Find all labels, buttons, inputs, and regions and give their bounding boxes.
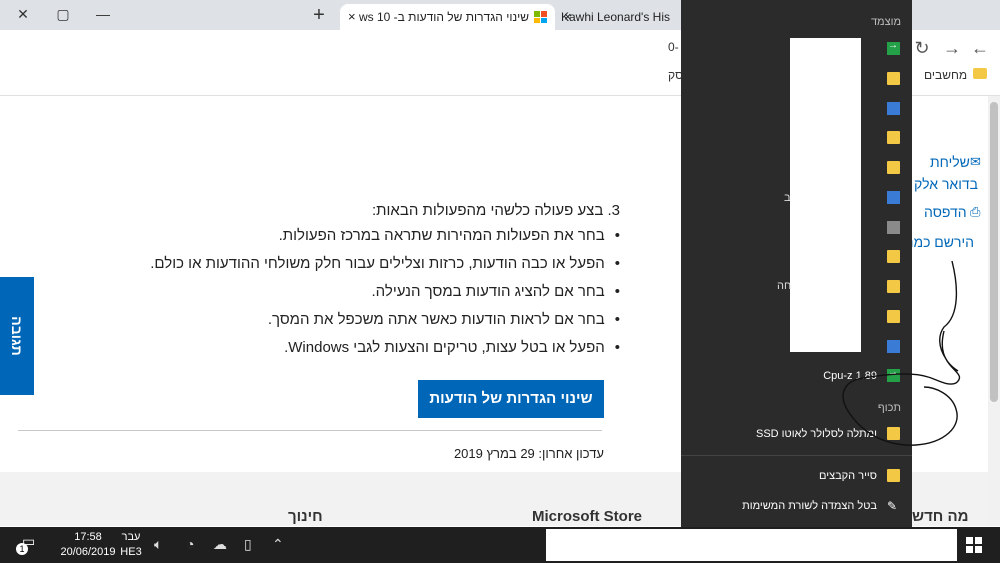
taskbar-search-box[interactable] [546, 529, 957, 561]
pinned-item-cpuz[interactable]: Cpu-z 1.89 [681, 370, 877, 382]
new-tab-button[interactable]: + [306, 4, 332, 28]
folder-icon [887, 310, 900, 323]
windows-icon [534, 11, 547, 23]
feedback-button[interactable]: תגובה [0, 277, 34, 395]
language-label: עבר [121, 531, 141, 543]
document-icon [887, 102, 900, 115]
forward-icon[interactable]: → [940, 36, 964, 60]
windows-taskbar: ▭ 1 17:58 20/06/2019 עבר HE3 🔈︎ ◔ ☁ ▯ ⌃ [0, 527, 1000, 563]
close-tab-icon[interactable]: × [564, 4, 572, 30]
list-item: בחר אם להציג הודעות במסך הנעילה. [150, 278, 620, 306]
start-button[interactable] [966, 537, 982, 553]
folder-icon [887, 72, 900, 85]
divider [681, 455, 912, 456]
step-heading: 3. בצע פעולה כלשהי מהפעולות הבאות: [372, 202, 620, 219]
folder-icon [887, 250, 900, 263]
address-bar-fragment[interactable]: 0- [668, 40, 679, 54]
change-notification-settings-button[interactable]: שינוי הגדרות של הודעות [418, 380, 604, 418]
unpin-from-taskbar-item[interactable]: בטל הצמדה לשורת המשימות [681, 500, 877, 512]
footer-whats-new[interactable]: מה חדש [912, 508, 969, 525]
recent-item-ssd-holder[interactable]: ומתלה לסלולר לאוטו SSD [681, 428, 877, 440]
folder-icon [887, 427, 900, 440]
folder-icon [887, 131, 900, 144]
document-icon [887, 191, 900, 204]
pinned-item-fragment[interactable]: ב [784, 192, 791, 204]
tab-title: Kawhi Leonard's His [560, 10, 670, 24]
close-tab-icon[interactable]: × [348, 4, 356, 30]
list-item: בחר אם לראות הודעות כאשר אתה משכפל את המ… [150, 306, 620, 334]
send-by-email-link[interactable]: שליחת [930, 154, 970, 170]
minimize-window-button[interactable]: — [80, 0, 126, 30]
scrollbar-thumb[interactable] [990, 102, 998, 402]
file-explorer-item[interactable]: סייר הקבצים [681, 470, 877, 482]
notification-count-badge: 1 [16, 543, 28, 555]
onedrive-icon[interactable]: ☁ [213, 536, 227, 553]
frequent-header: תכוף [877, 402, 901, 414]
feedback-label: תגובה [9, 316, 25, 356]
send-by-email-link-2[interactable]: בדואר אלק [914, 176, 978, 192]
volume-icon[interactable]: 🔈︎ [154, 536, 162, 553]
footer-education[interactable]: חינוך [288, 508, 323, 525]
divider [18, 430, 602, 431]
back-icon[interactable]: ← [968, 36, 992, 60]
pinned-header: מוצמד [870, 16, 901, 28]
folder-icon [887, 280, 900, 293]
list-item: הפעל או כבה הודעות, כרזות וצלילים עבור ח… [150, 250, 620, 278]
tab-notifications-settings[interactable]: שינוי הגדרות של הודעות ב- 10 ws × [340, 4, 555, 30]
input-language[interactable]: עבר HE3 [117, 530, 145, 560]
last-updated: עדכון אחרון: 29 במרץ 2019 [453, 446, 604, 461]
unpin-icon: ✎ [887, 499, 898, 513]
tab-title: שינוי הגדרות של הודעות ב- 10 ws [358, 10, 529, 24]
clock[interactable]: 17:58 20/06/2019 [58, 530, 118, 560]
file-explorer-icon [887, 469, 900, 482]
folder-icon [887, 161, 900, 174]
folder-icon [973, 68, 987, 79]
app-icon [887, 40, 900, 55]
tab-kawhi[interactable]: Kawhi Leonard's His × [560, 4, 690, 30]
mail-icon: ✉ [970, 154, 981, 169]
print-link[interactable]: הדפסה [924, 204, 967, 220]
list-item: הפעל או בטל עצות, טריקים והצעות לגבי Win… [150, 334, 620, 362]
action-center-button[interactable]: ▭ 1 [16, 533, 38, 555]
page-scrollbar[interactable] [988, 96, 1000, 526]
pinned-items-redacted[interactable] [790, 38, 861, 352]
option-list: בחר את הפעולות המהירות שתראה במרכז הפעול… [150, 222, 620, 362]
bookmark-computers[interactable]: מחשבים [924, 68, 967, 82]
cpuz-icon [887, 367, 900, 382]
reload-icon[interactable]: ↻ [910, 36, 934, 60]
footer-microsoft-store[interactable]: Microsoft Store [532, 508, 642, 525]
clock-date: 20/06/2019 [60, 546, 116, 558]
chevron-up-icon[interactable]: ⌃ [272, 536, 284, 553]
usb-icon[interactable]: ▯ [244, 536, 252, 553]
taskbar-jump-list: מוצמד ב חה Cpu-z 1.89 תכוף ומתלה לסלולר … [681, 0, 912, 527]
wifi-icon[interactable]: ◔ [186, 536, 194, 552]
pinned-item-fragment[interactable]: חה [777, 280, 791, 292]
document-icon [887, 340, 900, 353]
keyboard-layout: HE3 [120, 546, 142, 558]
clock-time: 17:58 [74, 531, 102, 543]
document-icon [887, 221, 900, 234]
register-link[interactable]: הירשם כמנ [908, 234, 974, 250]
printer-icon: ⎙ [970, 204, 981, 219]
list-item: בחר את הפעולות המהירות שתראה במרכז הפעול… [150, 222, 620, 250]
